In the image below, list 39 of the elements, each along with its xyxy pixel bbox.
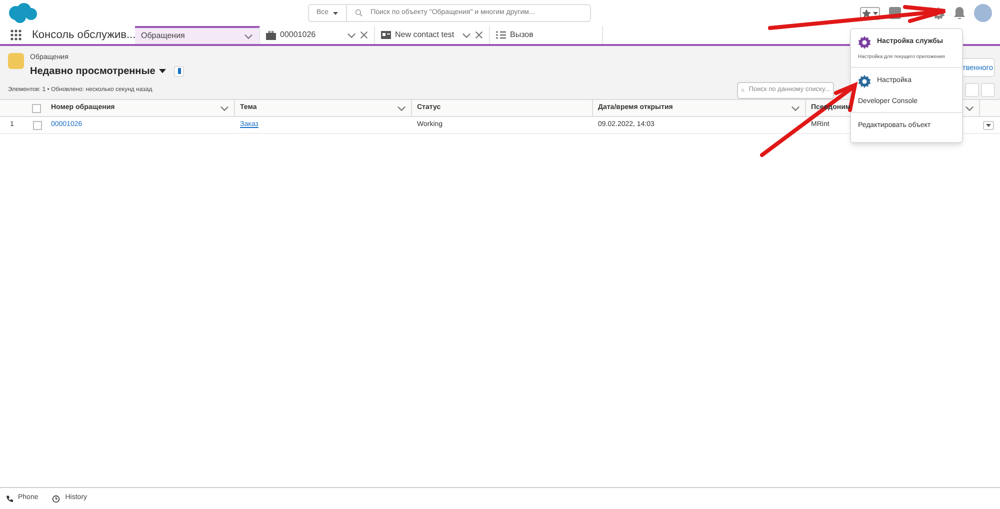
folder-icon — [8, 53, 24, 69]
gear-icon — [858, 74, 871, 88]
caret-icon[interactable] — [873, 12, 878, 14]
select-all-checkbox[interactable] — [32, 104, 41, 112]
chevron-down-icon[interactable] — [462, 30, 471, 40]
search-icon — [354, 9, 363, 17]
sort-chevron-icon[interactable] — [397, 104, 406, 112]
cloud-logo-icon[interactable] — [6, 2, 38, 24]
close-icon[interactable] — [360, 31, 368, 39]
chevron-down-icon[interactable] — [347, 30, 356, 40]
app-launcher-icon[interactable] — [10, 29, 22, 41]
row-action-button[interactable] — [983, 120, 994, 130]
clock-icon — [52, 494, 60, 502]
tab-label: Вызов — [510, 29, 534, 41]
search-icon — [741, 86, 745, 94]
favorites-button[interactable] — [860, 6, 880, 20]
app-name: Консоль обслужив... — [32, 28, 135, 43]
bell-icon[interactable] — [954, 7, 965, 19]
workspace-tab[interactable]: Обращения — [135, 26, 260, 44]
list-icon — [496, 31, 506, 39]
briefcase-icon — [266, 30, 276, 40]
close-icon[interactable] — [475, 31, 483, 39]
tab-label: 00001026 — [280, 29, 317, 41]
row-checkbox[interactable] — [33, 120, 42, 130]
tab-label: Обращения — [141, 30, 186, 42]
list-view-title[interactable]: Недавно просмотренные — [30, 64, 156, 78]
contact-card-icon — [381, 31, 391, 39]
star-icon — [862, 8, 871, 18]
sort-chevron-icon[interactable] — [220, 104, 229, 112]
sort-chevron-icon[interactable] — [965, 104, 974, 112]
pin-icon[interactable] — [174, 66, 184, 76]
caret-icon[interactable] — [332, 12, 338, 14]
caret-icon[interactable] — [986, 124, 991, 126]
caret-icon[interactable] — [159, 68, 166, 74]
gear-icon — [858, 36, 871, 49]
chevron-down-icon[interactable] — [244, 32, 253, 40]
phone-icon — [6, 495, 13, 502]
sort-chevron-icon[interactable] — [791, 104, 800, 112]
tab-label: New contact test — [395, 29, 456, 41]
